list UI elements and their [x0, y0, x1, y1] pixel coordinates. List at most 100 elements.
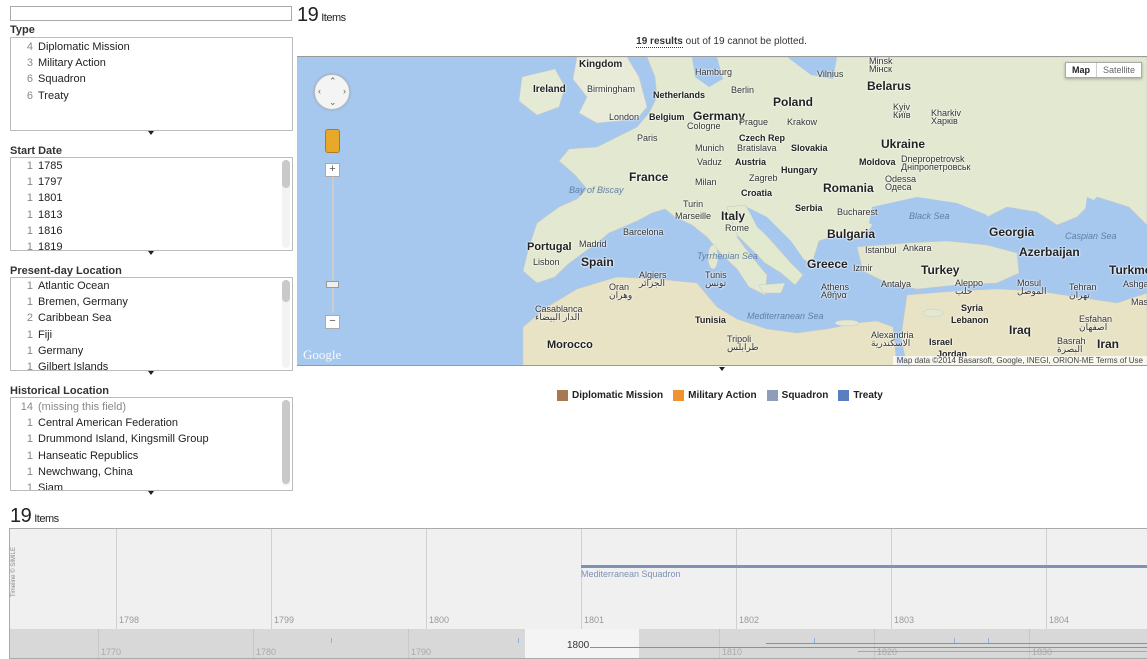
- pan-left-icon[interactable]: ‹: [318, 86, 321, 96]
- timeline-gridline: [1046, 529, 1047, 629]
- facet-label: Atlantic Ocean: [38, 280, 110, 292]
- facet-count: 1: [26, 481, 33, 491]
- timeline[interactable]: 1798 1799 1800 1801 1802 1803 1804 Medit…: [9, 528, 1147, 659]
- map-type-map-button[interactable]: Map: [1066, 63, 1096, 77]
- map-label: Bay of Biscay: [569, 185, 624, 195]
- items-count-number: 19: [297, 4, 319, 26]
- timeline-year-label: 1800: [429, 615, 450, 625]
- legend-label: Military Action: [688, 390, 757, 401]
- map-label: Caspian Sea: [1065, 231, 1117, 241]
- facet-row[interactable]: 1 Gilbert Islands: [11, 359, 292, 370]
- timeline-upper-band[interactable]: 1798 1799 1800 1801 1802 1803 1804 Medit…: [10, 529, 1147, 629]
- facet-row[interactable]: 1 Siam: [11, 480, 292, 491]
- facet-resize-handle[interactable]: [148, 251, 154, 255]
- map-label: Tripoli طرابلس: [727, 334, 759, 352]
- facet-row[interactable]: 1 1785: [11, 158, 292, 174]
- legend-swatch: [766, 390, 778, 401]
- facet-row[interactable]: 1 Drummond Island, Kingsmill Group: [11, 431, 292, 447]
- facet-count: 1: [26, 160, 33, 172]
- timeline-overview-event: [590, 647, 1147, 648]
- facet-row[interactable]: 1 Fiji: [11, 327, 292, 343]
- facet-count: 1: [26, 240, 33, 251]
- facet-row[interactable]: 6 Treaty: [11, 88, 292, 104]
- map-label: Moldova: [859, 157, 896, 167]
- facet-count: 1: [26, 208, 33, 221]
- zoom-slider-thumb[interactable]: [326, 281, 339, 288]
- timeline-gridline: [408, 629, 409, 658]
- facet-resize-handle[interactable]: [148, 371, 154, 375]
- facet-row[interactable]: 3 Military Action: [11, 55, 292, 71]
- timeline-year-label: 1780: [256, 647, 277, 657]
- zoom-in-button[interactable]: +: [325, 163, 340, 177]
- timeline-gridline: [253, 629, 254, 658]
- pan-right-icon[interactable]: ›: [343, 86, 346, 96]
- facet-scrollbar[interactable]: [282, 160, 290, 248]
- map-view[interactable]: Kingdom Ireland Birmingham London Nether…: [297, 56, 1147, 366]
- facet-title-historical-location: Historical Location: [10, 385, 110, 397]
- facet-count: 1: [26, 344, 33, 357]
- map-type-satellite-button[interactable]: Satellite: [1095, 63, 1141, 77]
- items-count-word: Items: [34, 513, 59, 525]
- timeline-overview-tick: [331, 638, 332, 643]
- facet-resize-handle[interactable]: [148, 131, 154, 135]
- map-label: Dnepropetrovsk Дніпропетровськ: [901, 154, 971, 172]
- facet-row[interactable]: 1 Central American Federation: [11, 415, 292, 431]
- facet-row[interactable]: 1 Bremen, Germany: [11, 294, 292, 310]
- map-label: Croatia: [741, 188, 773, 198]
- facet-count: 1: [26, 417, 33, 430]
- scrollbar-thumb[interactable]: [282, 160, 290, 188]
- map-resize-handle[interactable]: [719, 367, 725, 371]
- map-label: Poland: [773, 95, 814, 109]
- search-input[interactable]: [10, 6, 292, 21]
- facet-row[interactable]: 4 Diplomatic Mission: [11, 39, 292, 55]
- legend-label: Diplomatic Mission: [572, 390, 664, 401]
- map-label: Tunisia: [695, 315, 726, 325]
- map-label: Mosul الموصل: [1017, 278, 1047, 296]
- facet-row[interactable]: 1 1801: [11, 190, 292, 206]
- map-label: Iran: [1097, 337, 1120, 351]
- street-view-pegman-icon[interactable]: [325, 129, 340, 153]
- pan-down-icon[interactable]: ⌄: [329, 97, 337, 108]
- facet-row[interactable]: 14 (missing this field): [11, 399, 292, 415]
- timeline-year-label: 1801: [584, 615, 605, 625]
- map-attribution[interactable]: Map data ©2014 Basarsoft, Google, INEGI,…: [892, 356, 1147, 365]
- timeline-year-label: 1790: [411, 647, 432, 657]
- facet-row[interactable]: 2 Caribbean Sea: [11, 310, 292, 326]
- facet-row[interactable]: 1 1816: [11, 223, 292, 239]
- map-label: Bratislava: [737, 143, 777, 153]
- facet-row[interactable]: 1 1797: [11, 174, 292, 190]
- map-label: Lisbon: [533, 257, 560, 267]
- pan-up-icon[interactable]: ⌃: [329, 76, 337, 87]
- facet-start-date: 1 1785 1 1797 1 1801 1 1813 1 1816 1 1819: [10, 157, 293, 251]
- map-label: Greece: [807, 257, 848, 271]
- facet-label: Germany: [38, 344, 84, 357]
- map-label: Paris: [637, 133, 658, 143]
- pan-control[interactable]: ⌃ ‹ › ⌄: [314, 74, 350, 110]
- facet-row[interactable]: 1 Atlantic Ocean: [11, 278, 292, 294]
- timeline-event-label[interactable]: Mediterranean Squadron: [581, 569, 681, 579]
- zoom-out-button[interactable]: −: [325, 315, 340, 329]
- map-label: Milan: [695, 177, 717, 187]
- facet-row[interactable]: 6 Squadron: [11, 71, 292, 87]
- scrollbar-thumb[interactable]: [282, 280, 290, 302]
- map-type-control: Map Satellite: [1064, 62, 1142, 78]
- zoom-slider-track[interactable]: [332, 177, 334, 313]
- map-label: Hamburg: [695, 67, 733, 77]
- timeline-overview-band[interactable]: 1770 1780 1790 1810 1820 1830 1800: [10, 629, 1147, 658]
- facet-row[interactable]: 1 1813: [11, 207, 292, 223]
- facet-scrollbar[interactable]: [282, 400, 290, 486]
- map-label: Mas: [1131, 297, 1147, 307]
- facet-count: 3: [26, 57, 33, 70]
- facet-row[interactable]: 1 Hanseatic Republics: [11, 448, 292, 464]
- facet-scrollbar[interactable]: [282, 280, 290, 368]
- scrollbar-thumb[interactable]: [282, 400, 290, 484]
- facet-count: 1: [26, 280, 33, 292]
- results-link[interactable]: 19 results: [636, 36, 683, 48]
- timeline-year-label: 1799: [274, 615, 295, 625]
- timeline-gridline: [98, 629, 99, 658]
- facet-row[interactable]: 1 1819: [11, 239, 292, 251]
- timeline-event-bar[interactable]: [581, 565, 1147, 568]
- facet-row[interactable]: 1 Newchwang, China: [11, 464, 292, 480]
- facet-resize-handle[interactable]: [148, 491, 154, 495]
- facet-row[interactable]: 1 Germany: [11, 343, 292, 359]
